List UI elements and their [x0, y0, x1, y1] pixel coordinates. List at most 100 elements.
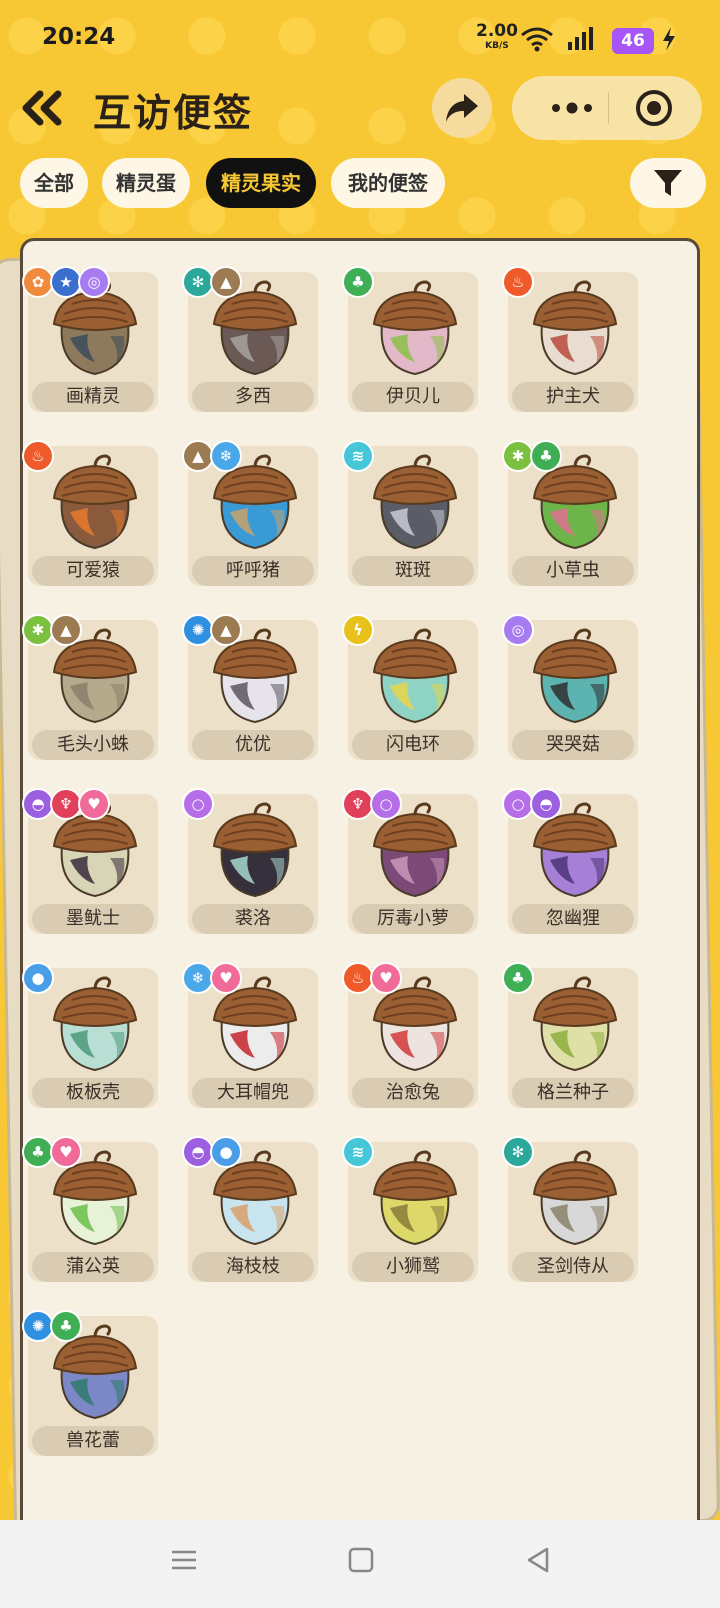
- green-leaf-icon: ♣: [342, 266, 374, 298]
- acorn-fruit-icon: [372, 1150, 458, 1246]
- teal-gear-icon: ✻: [502, 1136, 534, 1168]
- more-button[interactable]: [537, 76, 607, 140]
- acorn-fruit-icon: [532, 976, 618, 1072]
- tab-all[interactable]: 全部: [20, 158, 88, 208]
- fruit-card[interactable]: ♨ 可爱猿: [22, 440, 158, 592]
- more-dots-icon: [552, 102, 592, 114]
- attribute-badges: ≋: [342, 440, 374, 472]
- pink-heart-icon: ♥: [370, 962, 402, 994]
- attribute-badges: ◓ ●: [182, 1136, 242, 1168]
- capsule-divider: [608, 92, 609, 124]
- page-title: 互访便签: [93, 91, 254, 135]
- fruit-name: 裘洛: [192, 904, 314, 934]
- fruit-card[interactable]: ♨ 护主犬: [502, 266, 638, 418]
- acorn-fruit-icon: [52, 976, 138, 1072]
- fruit-card[interactable]: ✿ ★ ◎ 画精灵: [22, 266, 158, 418]
- fruit-name: 厉毒小萝: [352, 904, 474, 934]
- speed-unit: KB/S: [485, 41, 509, 51]
- fruit-card[interactable]: ✺ ▲ 优优: [182, 614, 318, 766]
- fruit-card[interactable]: ♣ 格兰种子: [502, 962, 638, 1114]
- acorn-fruit-icon: [212, 802, 298, 898]
- fruit-card[interactable]: ♨ ♥ 治愈兔: [342, 962, 478, 1114]
- blue-drop-icon: ●: [210, 1136, 242, 1168]
- pink-heart-icon: ♥: [78, 788, 110, 820]
- fruit-name: 呼呼猪: [192, 556, 314, 586]
- attribute-badges: ϟ: [342, 614, 374, 646]
- attribute-badges: ♨: [22, 440, 54, 472]
- fruit-card[interactable]: ♣ 伊贝儿: [342, 266, 478, 418]
- fruit-card[interactable]: ✱ ▲ 毛头小蛛: [22, 614, 158, 766]
- purple-bubble-icon: ○: [182, 788, 214, 820]
- fruit-card[interactable]: ▲ ❄ 呼呼猪: [182, 440, 318, 592]
- acorn-fruit-icon: [52, 454, 138, 550]
- battery-indicator: 46: [612, 28, 654, 54]
- fruit-name: 板板壳: [32, 1078, 154, 1108]
- acorn-fruit-icon: [532, 280, 618, 376]
- back-icon[interactable]: [20, 88, 64, 128]
- attribute-badges: ◎: [502, 614, 534, 646]
- fruit-name: 可爱猿: [32, 556, 154, 586]
- back-nav-icon[interactable]: [522, 1544, 554, 1576]
- tab-spirit-eggs[interactable]: 精灵蛋: [102, 158, 190, 208]
- fruit-name: 哭哭菇: [512, 730, 634, 760]
- miniapp-capsule: [512, 76, 702, 140]
- fruit-card[interactable]: ✻ 圣剑侍从: [502, 1136, 638, 1288]
- filter-button[interactable]: [630, 158, 706, 208]
- fruit-card[interactable]: ○ 裘洛: [182, 788, 318, 940]
- fruit-card[interactable]: ≋ 小狮鹫: [342, 1136, 478, 1288]
- fruit-name: 忽幽狸: [512, 904, 634, 934]
- share-button[interactable]: [432, 78, 492, 138]
- fruit-card[interactable]: ● 板板壳: [22, 962, 158, 1114]
- fruit-card[interactable]: ◓ ● 海枝枝: [182, 1136, 318, 1288]
- attribute-badges: ✱ ▲: [22, 614, 82, 646]
- attribute-badges: ✺ ♣: [22, 1310, 82, 1342]
- network-speed: 2.00 KB/S: [476, 23, 518, 54]
- fruit-name: 大耳帽兜: [192, 1078, 314, 1108]
- green-leaf-icon: ♣: [530, 440, 562, 472]
- fruit-card[interactable]: ϟ 闪电环: [342, 614, 478, 766]
- cyan-wing-icon: ≋: [342, 440, 374, 472]
- fruit-card[interactable]: ♣ ♥ 蒲公英: [22, 1136, 158, 1288]
- status-time: 20:24: [42, 24, 116, 50]
- fruit-card[interactable]: ◎ 哭哭菇: [502, 614, 638, 766]
- fruit-card[interactable]: ✱ ♣ 小草虫: [502, 440, 638, 592]
- purple-bubble-icon: ○: [370, 788, 402, 820]
- charging-icon: [663, 27, 675, 51]
- fruit-card[interactable]: ○ ◓ 忽幽狸: [502, 788, 638, 940]
- attribute-badges: ○: [182, 788, 214, 820]
- fruit-card[interactable]: ◓ ♆ ♥ 墨鱿士: [22, 788, 158, 940]
- home-icon[interactable]: [345, 1544, 377, 1576]
- attribute-badges: ✺ ▲: [182, 614, 242, 646]
- attribute-badges: ✻ ▲: [182, 266, 242, 298]
- system-nav-bar: [0, 1520, 720, 1608]
- fruit-name: 伊贝儿: [352, 382, 474, 412]
- tab-my-notes[interactable]: 我的便签: [331, 158, 445, 208]
- fruit-name: 小狮鹫: [352, 1252, 474, 1282]
- fruit-card[interactable]: ✻ ▲ 多西: [182, 266, 318, 418]
- fruit-name: 护主犬: [512, 382, 634, 412]
- fruit-card[interactable]: ❄ ♥ 大耳帽兜: [182, 962, 318, 1114]
- tab-spirit-fruits[interactable]: 精灵果实: [206, 158, 316, 208]
- fruit-card[interactable]: ✺ ♣ 兽花蕾: [22, 1310, 158, 1462]
- fruit-name: 治愈兔: [352, 1078, 474, 1108]
- cyan-wing-icon: ≋: [342, 1136, 374, 1168]
- menu-icon[interactable]: [168, 1544, 200, 1576]
- orange-fire-icon: ♨: [502, 266, 534, 298]
- signal-icon: [568, 27, 593, 50]
- attribute-badges: ○ ◓: [502, 788, 562, 820]
- fruit-name: 兽花蕾: [32, 1426, 154, 1456]
- fruit-name: 画精灵: [32, 382, 154, 412]
- brown-mountain-icon: ▲: [210, 266, 242, 298]
- attribute-badges: ♨ ♥: [342, 962, 402, 994]
- filter-icon: [654, 170, 683, 196]
- fruit-name: 海枝枝: [192, 1252, 314, 1282]
- fruit-card[interactable]: ≋ 斑斑: [342, 440, 478, 592]
- acorn-fruit-icon: [372, 454, 458, 550]
- close-miniapp-icon[interactable]: [634, 88, 674, 128]
- pink-heart-icon: ♥: [50, 1136, 82, 1168]
- fruit-card[interactable]: ♆ ○ 厉毒小萝: [342, 788, 478, 940]
- fruit-name: 毛头小蛛: [32, 730, 154, 760]
- acorn-fruit-icon: [372, 628, 458, 724]
- purple-swirl-icon: ◎: [502, 614, 534, 646]
- attribute-badges: ♣ ♥: [22, 1136, 82, 1168]
